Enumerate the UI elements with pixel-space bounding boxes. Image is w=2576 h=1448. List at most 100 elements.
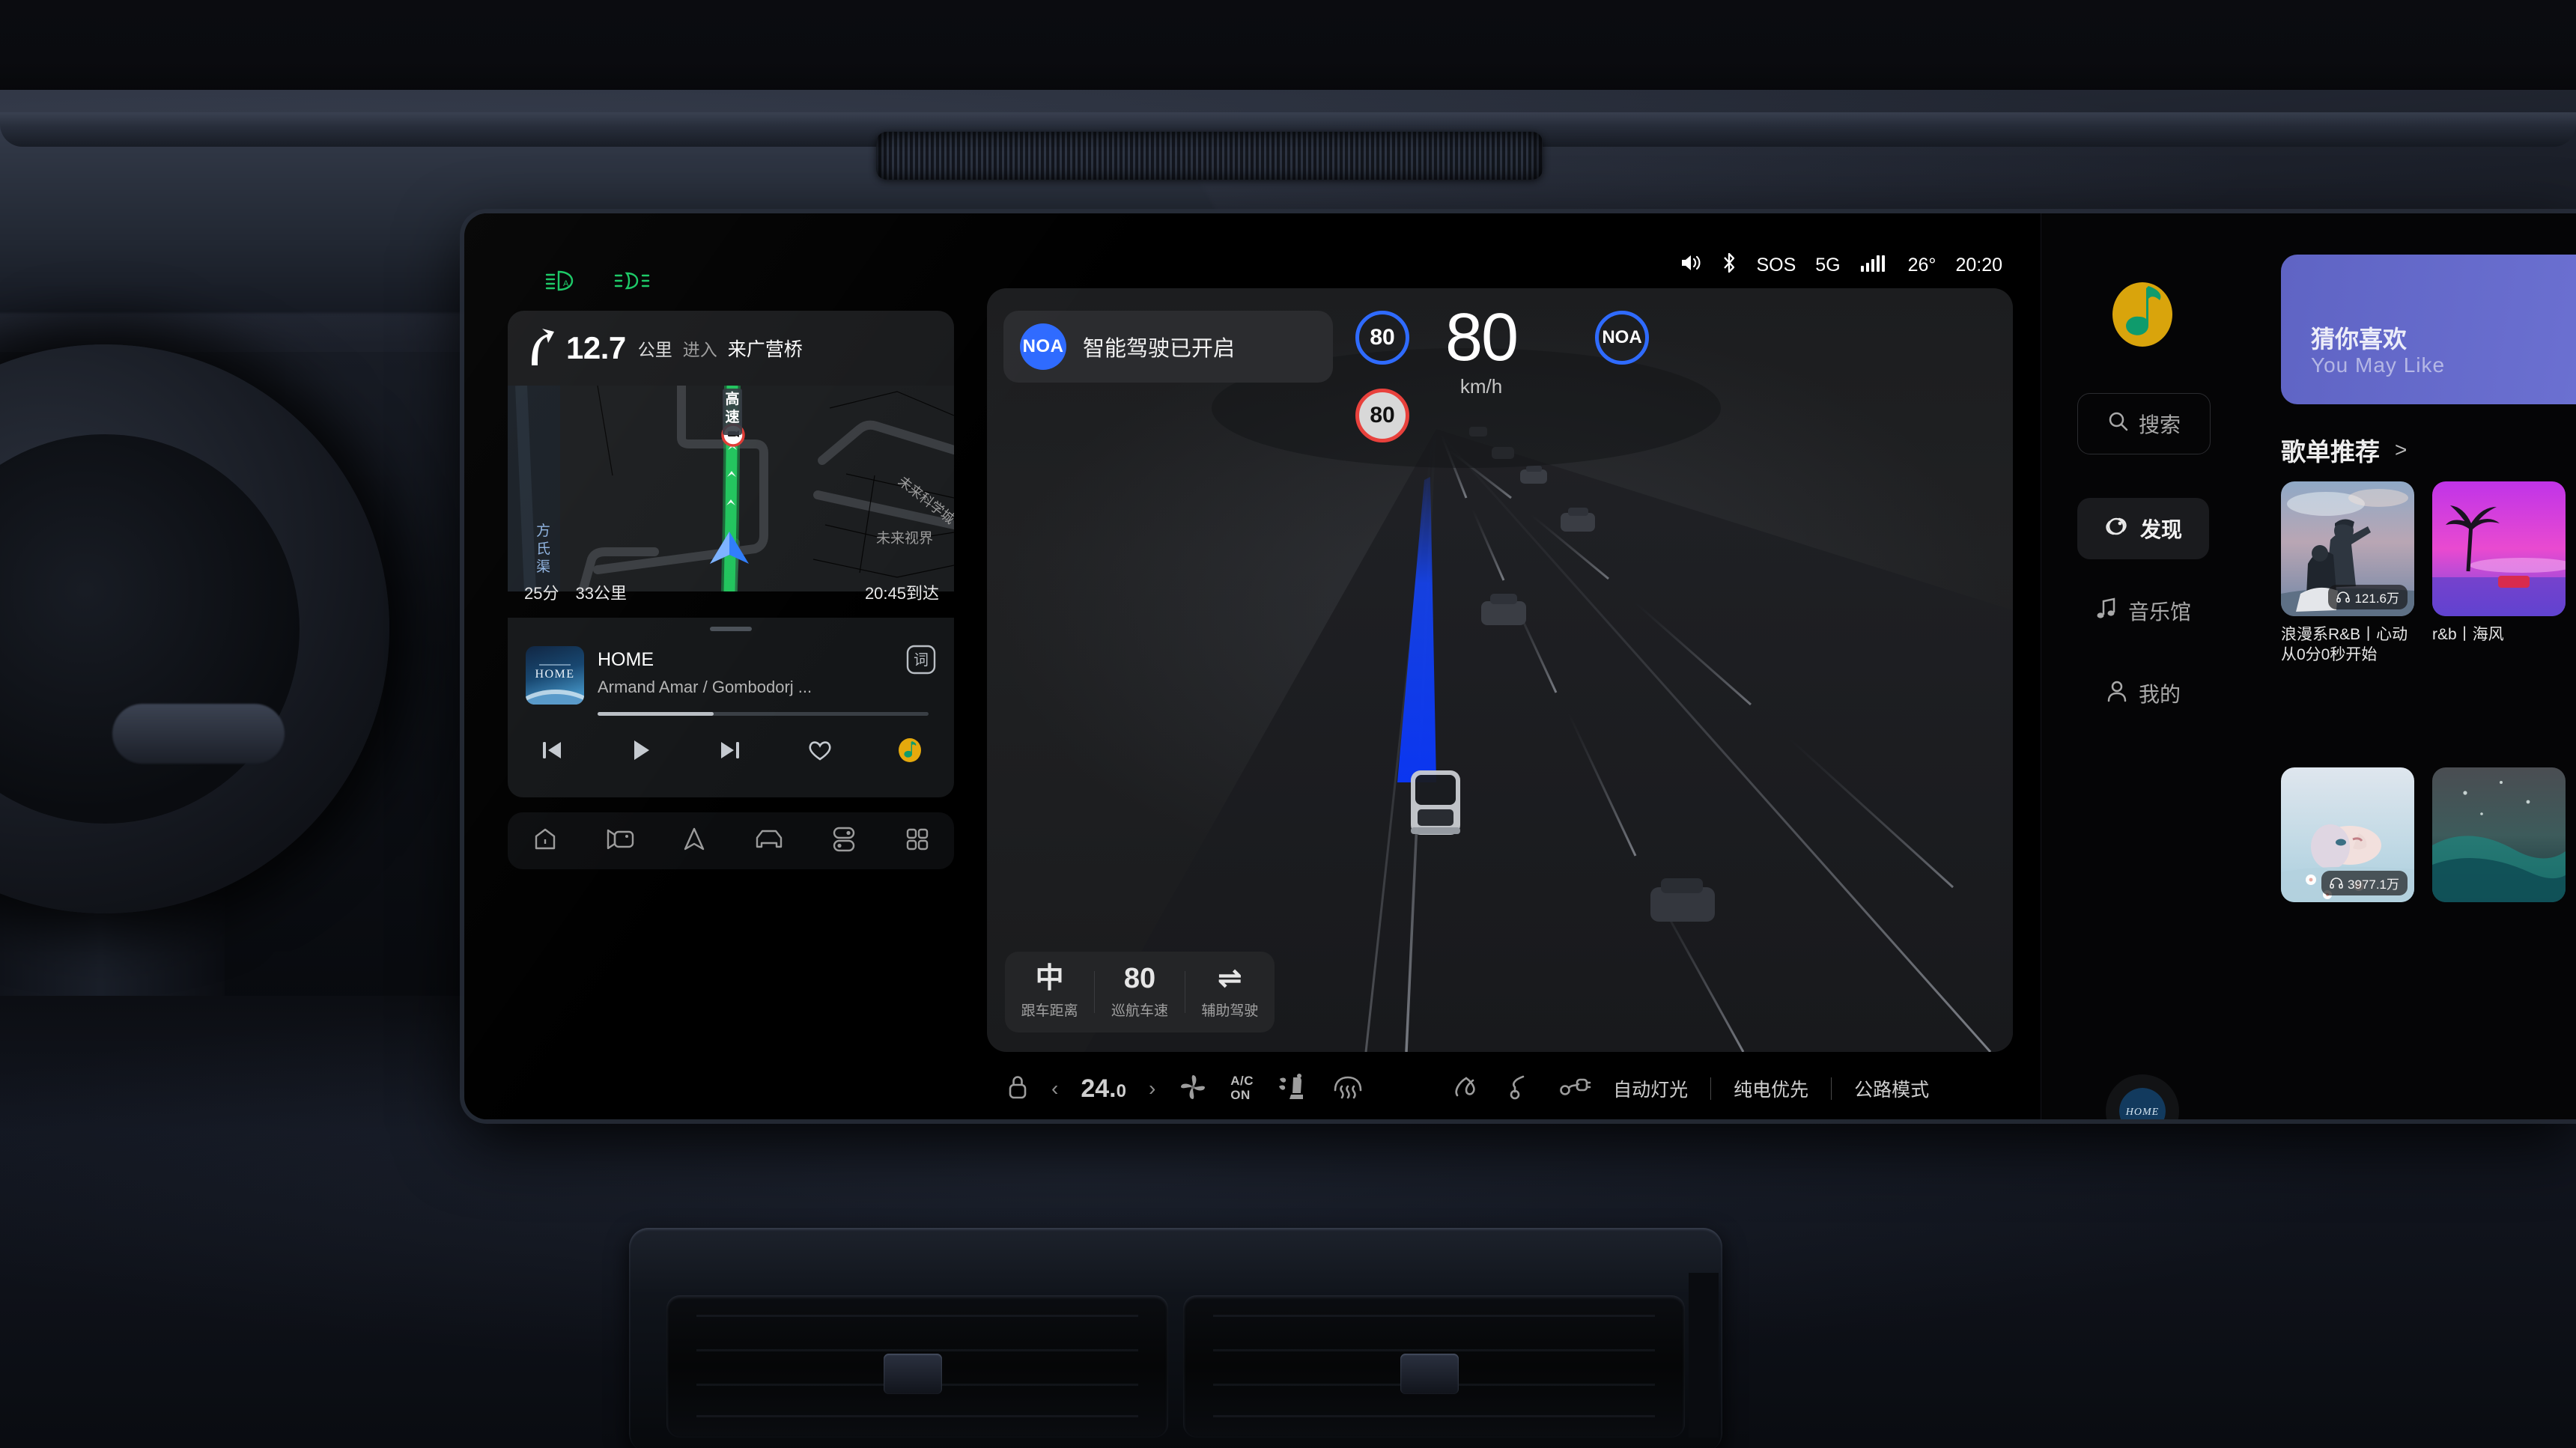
current-speed-value: 80 <box>1445 300 1519 375</box>
playlist-tile[interactable]: 3977.1万 <box>2281 767 2414 902</box>
noa-toggle-ring[interactable]: NOA <box>1595 311 1649 365</box>
lyrics-button[interactable]: 词 <box>906 645 936 675</box>
album-art-title: HOME <box>535 668 574 681</box>
nav-distance: 12.7 <box>566 330 626 365</box>
follow-distance-label: 跟车距离 <box>1021 1003 1078 1019</box>
now-playing-card[interactable]: HOME HOME Armand Amar / Gombodorj ... 词 <box>508 618 954 797</box>
playlist-tile[interactable] <box>2432 481 2566 616</box>
playlist-tile[interactable]: 121.6万 <box>2281 481 2414 616</box>
navigation-icon[interactable] <box>682 826 706 857</box>
air-vent-knob-right[interactable] <box>1400 1354 1459 1394</box>
climate-bar: ‹ 24.0 › A/C ON 自动灯光 纯电优先 公路模式 <box>987 1056 2013 1119</box>
route-summary: 25分 33公里 20:45到达 <box>508 580 954 614</box>
camera-icon[interactable] <box>606 827 634 855</box>
cruise-speed-control[interactable]: 80 巡航车速 <box>1095 964 1184 1020</box>
sos-label[interactable]: SOS <box>1756 255 1796 276</box>
map-view[interactable]: 高 速 方 氏 渠 未来科学城 未来视界 <box>508 386 954 591</box>
seat-ventilation-icon[interactable] <box>1276 1073 1309 1105</box>
track-artist: Armand Amar / Gombodorj ... <box>598 678 812 696</box>
playback-controls <box>508 737 954 767</box>
hood-icon[interactable] <box>1505 1074 1534 1104</box>
music-library-icon <box>2095 597 2118 626</box>
apps-grid-icon[interactable] <box>905 827 930 856</box>
driving-visualization[interactable]: NOA 智能驾驶已开启 80 80 80 km/h NOA 中 跟车距离 80 <box>987 288 2013 1052</box>
nav-road-name: 来广营桥 <box>727 339 803 360</box>
temperature-label: 26° <box>1907 255 1936 276</box>
playlist-name: 浪漫系R&B丨心动从0分0秒开始 <box>2281 626 2408 663</box>
track-title: HOME <box>598 649 654 670</box>
svg-text:速: 速 <box>725 408 739 425</box>
telltale-row: A <box>545 270 650 296</box>
auto-light-mode[interactable]: 自动灯光 <box>1613 1075 1688 1102</box>
assisted-driving-control[interactable]: ⇌ 辅助驾驶 <box>1185 964 1275 1020</box>
signal-bars-icon <box>1860 253 1889 278</box>
temperature-value[interactable]: 24.0 <box>1081 1074 1126 1104</box>
set-speed-ring[interactable]: 80 <box>1355 311 1409 365</box>
play-count-badge: 3977.1万 <box>2321 871 2408 895</box>
cluster-dock <box>508 812 954 869</box>
navigation-instruction: 12.7 公里 进入 来广营桥 <box>508 311 954 386</box>
child-lock-icon[interactable] <box>1006 1074 1029 1104</box>
map-label-poi: 未来视界 <box>876 530 933 547</box>
noa-badge: NOA <box>1020 323 1066 370</box>
cruise-speed-label: 巡航车速 <box>1111 1003 1168 1019</box>
chevron-left-icon[interactable]: ‹ <box>1051 1077 1058 1101</box>
driver-cluster-panel: A 12.7 公里 进入 来广营桥 高 速 方 氏 渠 未来科学城 未来视界 2… <box>478 213 965 1119</box>
search-input[interactable]: 搜索 <box>2077 393 2211 454</box>
ev-priority-mode[interactable]: 纯电优先 <box>1734 1075 1808 1102</box>
play-icon[interactable] <box>628 737 654 767</box>
car-icon[interactable] <box>754 827 784 855</box>
discover-icon <box>2104 514 2130 544</box>
speed-indicators: 80 80 <box>1355 311 1409 442</box>
qq-music-icon[interactable] <box>897 737 923 767</box>
current-speed-block: 80 km/h <box>1445 300 1519 398</box>
playlist-tile[interactable] <box>2432 767 2566 902</box>
charge-port-icon[interactable] <box>1556 1075 1591 1103</box>
qq-music-logo[interactable] <box>2107 279 2178 350</box>
nav-distance-unit: 公里 <box>637 340 672 359</box>
road-scene <box>1084 348 2013 1052</box>
album-art: HOME <box>526 646 584 705</box>
sidebar-item-profile[interactable]: 我的 <box>2077 663 2209 724</box>
favorite-icon[interactable] <box>806 737 833 767</box>
toggles-icon[interactable] <box>831 826 857 857</box>
rear-defrost-icon[interactable] <box>1331 1074 1364 1104</box>
nav-verb: 进入 <box>682 340 717 359</box>
playlist-column: 3977.1万 <box>2281 767 2414 902</box>
ac-status[interactable]: A/C ON <box>1230 1074 1254 1102</box>
prev-icon[interactable] <box>539 737 565 767</box>
air-vent-knob-left[interactable] <box>884 1354 942 1394</box>
playlist-grid-row2: 3977.1万 <box>2281 767 2566 902</box>
sidebar-item-discover[interactable]: 发现 <box>2077 498 2209 559</box>
chevron-right-icon[interactable]: › <box>1149 1077 1155 1101</box>
auto-highbeam-icon: A <box>545 270 578 296</box>
next-icon[interactable] <box>717 737 743 767</box>
banner-subtitle: You May Like <box>2311 353 2446 377</box>
search-icon <box>2107 410 2130 438</box>
follow-distance-control[interactable]: 中 跟车距离 <box>1005 964 1094 1020</box>
playlist-section-header[interactable]: 歌单推荐 > <box>2281 432 2407 468</box>
music-app-panel: 搜索 发现 音乐馆 我的 HOME 猜你喜欢 You May Like 歌单推荐… <box>2041 213 2576 1119</box>
fuel-icon[interactable] <box>1453 1074 1483 1104</box>
volume-icon[interactable] <box>1680 253 1702 278</box>
playlist-grid: 121.6万 浪漫系R&B丨心动从0分0秒开始 r&b丨海风 <box>2281 481 2566 666</box>
noa-status-pill[interactable]: NOA 智能驾驶已开启 <box>1003 311 1333 383</box>
home-icon[interactable] <box>532 826 559 857</box>
playlist-name: r&b丨海风 <box>2432 626 2504 643</box>
playlist-column <box>2432 767 2566 902</box>
play-count-badge: 121.6万 <box>2328 585 2408 609</box>
section-title: 歌单推荐 <box>2281 438 2380 466</box>
playlist-column: 121.6万 浪漫系R&B丨心动从0分0秒开始 <box>2281 481 2414 666</box>
noa-status-text: 智能驾驶已开启 <box>1083 337 1236 361</box>
playlist-column: r&b丨海风 <box>2432 481 2566 666</box>
road-mode[interactable]: 公路模式 <box>1854 1075 1929 1102</box>
speed-unit-label: km/h <box>1459 375 1503 398</box>
now-playing-disc[interactable]: HOME <box>2106 1074 2179 1119</box>
you-may-like-banner[interactable]: 猜你喜欢 You May Like <box>2281 255 2576 404</box>
drag-handle[interactable] <box>710 627 752 631</box>
fan-icon[interactable] <box>1178 1072 1208 1106</box>
steering-wheel-spoke <box>112 704 285 764</box>
sidebar-item-music-library[interactable]: 音乐馆 <box>2077 580 2209 642</box>
progress-bar[interactable] <box>598 712 929 716</box>
bluetooth-icon[interactable] <box>1722 252 1737 279</box>
